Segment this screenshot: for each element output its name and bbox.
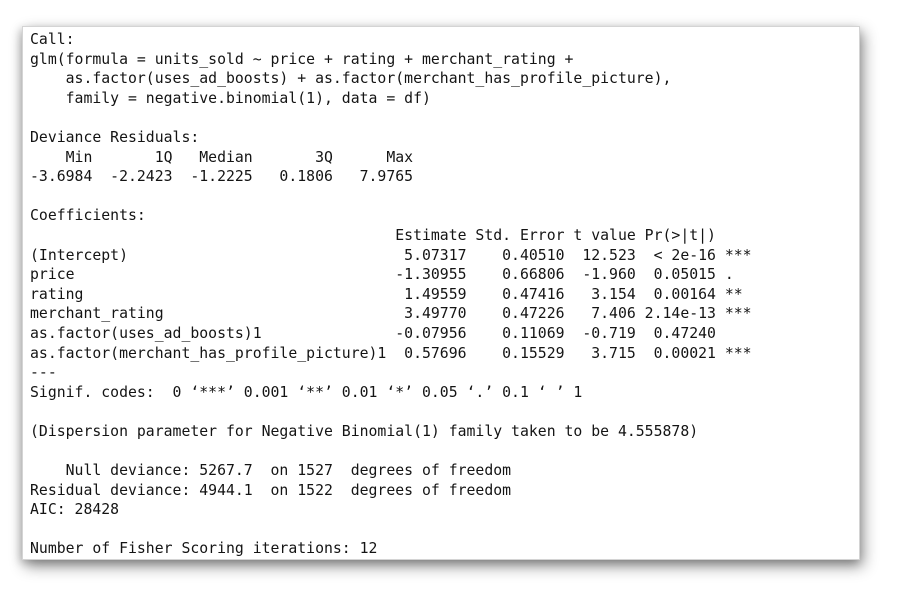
coefficients-header-row: Estimate Std. Error t value Pr(>|t|) <box>30 226 716 244</box>
call-label: Call: <box>30 31 75 48</box>
call-formula-line-1: glm(formula = units_sold ~ price + ratin… <box>30 50 574 68</box>
fisher-iterations-line: Number of Fisher Scoring iterations: 12 <box>30 540 378 558</box>
coefficient-row-rating: rating 1.49559 0.47416 3.154 0.00164 ** <box>30 285 743 303</box>
aic-line: AIC: 28428 <box>30 501 120 519</box>
coefficient-row-merchant-rating: merchant_rating 3.49770 0.47226 7.406 2.… <box>30 305 752 323</box>
coefficient-row-price: price -1.30955 0.66806 -1.960 0.05015 . <box>30 266 734 284</box>
residuals-values-row: -3.6984 -2.2423 -1.2225 0.1806 7.9765 <box>30 168 414 186</box>
signif-codes-line: Signif. codes: 0 ‘***’ 0.001 ‘**’ 0.01 ‘… <box>30 383 583 401</box>
screenshot-stage: Call: glm(formula = units_sold ~ price + … <box>0 0 910 612</box>
call-formula-line-3: family = negative.binomial(1), data = df… <box>30 89 431 107</box>
residual-deviance-line: Residual deviance: 4944.1 on 1522 degree… <box>30 481 512 499</box>
glm-summary-output: Call: glm(formula = units_sold ~ price + … <box>30 30 752 559</box>
coefficient-row-uses-ad-boosts: as.factor(uses_ad_boosts)1 -0.07956 0.11… <box>30 324 716 342</box>
coefficient-row-profile-picture: as.factor(merchant_has_profile_picture)1… <box>30 344 752 362</box>
coefficients-label: Coefficients: <box>30 207 146 225</box>
dispersion-parameter-line: (Dispersion parameter for Negative Binom… <box>30 422 699 440</box>
separator-line: --- <box>30 364 57 382</box>
residuals-header-row: Min 1Q Median 3Q Max <box>30 148 414 166</box>
r-console-output-panel: Call: glm(formula = units_sold ~ price + … <box>22 26 860 560</box>
coefficient-row-intercept: (Intercept) 5.07317 0.40510 12.523 < 2e-… <box>30 246 752 264</box>
deviance-residuals-label: Deviance Residuals: <box>30 128 200 146</box>
call-formula-line-2: as.factor(uses_ad_boosts) + as.factor(me… <box>30 70 672 88</box>
null-deviance-line: Null deviance: 5267.7 on 1527 degrees of… <box>30 462 512 480</box>
